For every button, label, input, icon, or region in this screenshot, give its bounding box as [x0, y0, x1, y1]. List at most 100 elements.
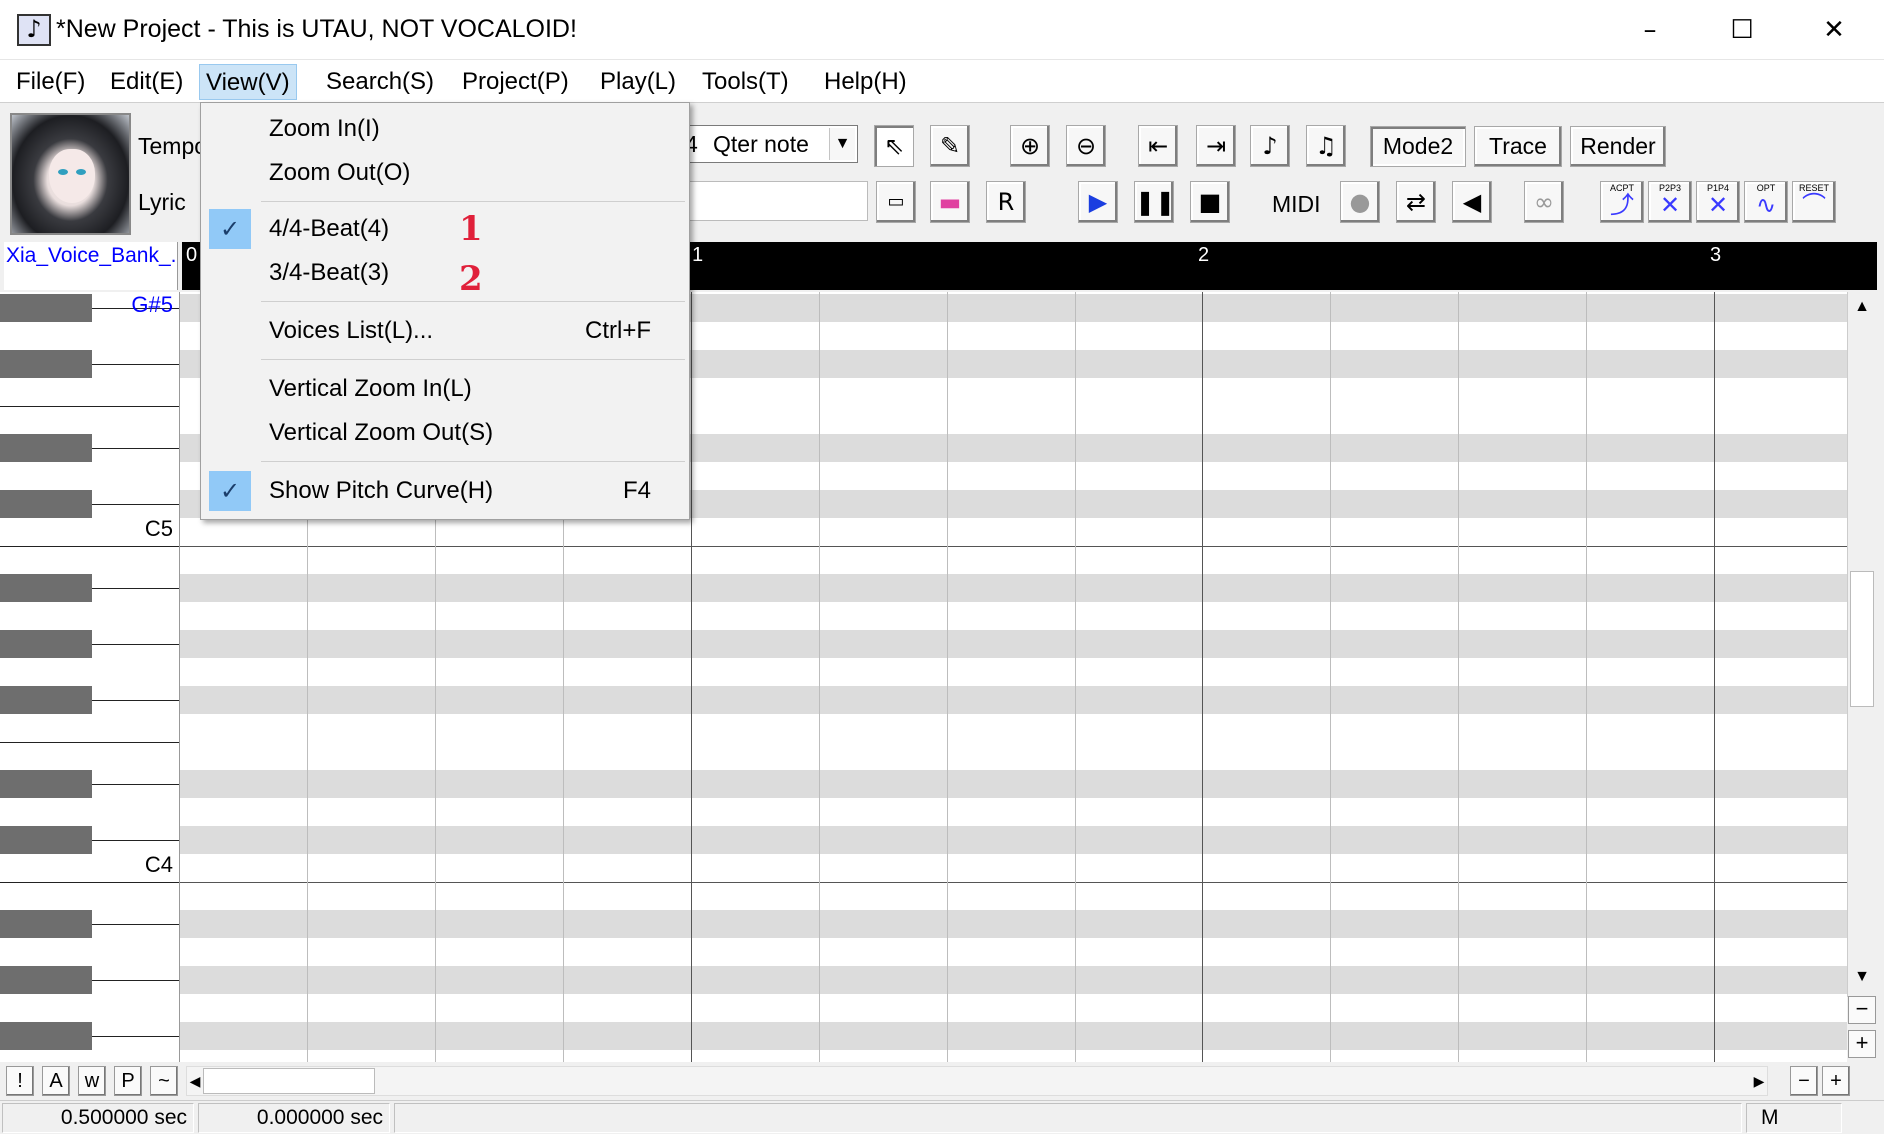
menu-item-label: Zoom Out(O): [269, 159, 411, 186]
pause-icon[interactable]: ❚❚: [1134, 181, 1175, 223]
play-icon[interactable]: ▶: [1078, 181, 1118, 223]
envelope-reset-button[interactable]: RESET ⌒: [1792, 181, 1836, 223]
vertical-zoom-in-button[interactable]: +: [1848, 1030, 1876, 1058]
voicebank-name[interactable]: Xia_Voice_Bank_...: [4, 242, 178, 290]
bottom-button-w[interactable]: w: [78, 1066, 106, 1096]
menu-project[interactable]: Project(P): [456, 64, 575, 100]
hscroll-thumb[interactable]: [203, 1068, 375, 1094]
horizontal-zoom-in-button[interactable]: +: [1822, 1066, 1850, 1096]
envelope-opt-button[interactable]: OPT ∿: [1744, 181, 1788, 223]
go-start-icon[interactable]: ⇤: [1138, 125, 1178, 167]
menu-item-zoom-in[interactable]: Zoom In(I): [203, 107, 687, 151]
menu-item-voices-list[interactable]: Voices List(L)... Ctrl+F: [203, 309, 687, 353]
stop-icon[interactable]: ■: [1190, 181, 1230, 223]
bottom-button-exclaim[interactable]: !: [6, 1066, 34, 1096]
black-key[interactable]: [0, 686, 92, 714]
minimize-button[interactable]: –: [1604, 0, 1696, 60]
scroll-right-icon[interactable]: ▶: [1751, 1067, 1767, 1095]
avatar-face: [49, 149, 95, 203]
horizontal-scrollbar[interactable]: ◀ ▶: [186, 1066, 1768, 1096]
scroll-up-icon[interactable]: ▲: [1848, 292, 1876, 322]
mode2-button[interactable]: Mode2: [1370, 126, 1466, 167]
menu-item-zoom-out[interactable]: Zoom Out(O): [203, 151, 687, 195]
envelope-p2p3-button[interactable]: P2P3 ✕: [1648, 181, 1692, 223]
view-menu-dropdown: Zoom In(I) Zoom Out(O) ✓ 4/4-Beat(4) 3/4…: [200, 102, 690, 520]
black-key[interactable]: [0, 826, 92, 854]
black-key[interactable]: [0, 966, 92, 994]
black-key[interactable]: [0, 630, 92, 658]
menu-edit[interactable]: Edit(E): [104, 64, 189, 100]
lyric-input[interactable]: [682, 181, 868, 221]
loop-icon[interactable]: ∞: [1524, 181, 1564, 223]
envelope-p1p4-button[interactable]: P1P4 ✕: [1696, 181, 1740, 223]
black-key[interactable]: [0, 574, 92, 602]
menu-item-3-4-beat[interactable]: 3/4-Beat(3): [203, 251, 687, 295]
note-length-select[interactable]: 4 Qter note ▼: [682, 125, 858, 163]
render-button[interactable]: Render: [1570, 126, 1666, 167]
key-divider: [92, 840, 179, 841]
chevron-down-icon[interactable]: ▼: [829, 128, 855, 160]
zoom-in-icon[interactable]: ⊕: [1010, 125, 1050, 167]
measure-line: [1202, 292, 1203, 1062]
key-label-c4: C4: [144, 852, 173, 877]
menu-item-4-4-beat[interactable]: ✓ 4/4-Beat(4): [203, 207, 687, 251]
menu-item-label: Zoom In(I): [269, 115, 380, 142]
bottom-button-tilde[interactable]: ~: [150, 1066, 178, 1096]
menu-separator: [261, 201, 685, 202]
go-end-icon[interactable]: ⇥: [1196, 125, 1236, 167]
speaker-icon[interactable]: ◀: [1452, 181, 1492, 223]
shrink-note-icon[interactable]: ♪: [1250, 125, 1290, 167]
key-divider: [0, 546, 179, 547]
midi-settings-icon[interactable]: ⇄: [1396, 181, 1436, 223]
black-key[interactable]: [0, 350, 92, 378]
black-key[interactable]: [0, 1022, 92, 1050]
menu-item-vertical-zoom-in[interactable]: Vertical Zoom In(L): [203, 367, 687, 411]
piano-keyboard[interactable]: G#5 C5 C4: [0, 292, 180, 1062]
extend-note-icon[interactable]: ♫: [1306, 125, 1346, 167]
add-note-icon[interactable]: ▬: [930, 181, 970, 223]
zoom-out-icon[interactable]: ⊖: [1066, 125, 1106, 167]
menu-file[interactable]: File(F): [10, 64, 91, 100]
vertical-zoom-out-button[interactable]: −: [1848, 996, 1876, 1024]
voicebank-avatar[interactable]: [10, 113, 131, 235]
menu-help[interactable]: Help(H): [818, 64, 913, 100]
bottom-button-p[interactable]: P: [114, 1066, 142, 1096]
scroll-down-icon[interactable]: ▼: [1848, 962, 1876, 992]
bottom-bar: ! A w P ~ ◀ ▶ − +: [0, 1062, 1884, 1100]
envelope-acpt-icon: ⤴: [1610, 192, 1634, 219]
insert-note-icon[interactable]: ▭: [876, 181, 916, 223]
black-key[interactable]: [0, 910, 92, 938]
add-rest-icon[interactable]: R: [986, 181, 1026, 223]
beat-line: [1458, 292, 1459, 1062]
tempo-label: Tempo: [138, 133, 208, 159]
menu-play[interactable]: Play(L): [594, 64, 682, 100]
maximize-button[interactable]: ☐: [1696, 0, 1788, 60]
black-key[interactable]: [0, 490, 92, 518]
menu-tools[interactable]: Tools(T): [696, 64, 795, 100]
menu-view[interactable]: View(V): [199, 64, 297, 100]
bottom-button-a[interactable]: A: [42, 1066, 70, 1096]
vertical-scrollbar[interactable]: ▲ ▼: [1847, 292, 1876, 997]
checkmark-icon: ✓: [209, 471, 251, 511]
record-icon[interactable]: ●: [1340, 181, 1380, 223]
key-divider: [92, 924, 179, 925]
black-key[interactable]: [0, 294, 92, 322]
scroll-thumb[interactable]: [1850, 571, 1874, 707]
close-button[interactable]: ✕: [1788, 0, 1880, 60]
cursor-arrow-icon[interactable]: ⇖: [874, 125, 914, 167]
menu-search[interactable]: Search(S): [320, 64, 440, 100]
black-key[interactable]: [0, 434, 92, 462]
key-divider: [0, 882, 179, 883]
trace-button[interactable]: Trace: [1474, 126, 1562, 167]
menu-item-vertical-zoom-out[interactable]: Vertical Zoom Out(S): [203, 411, 687, 455]
menu-separator: [261, 359, 685, 360]
menu-item-label: Show Pitch Curve(H): [269, 477, 494, 504]
pencil-icon[interactable]: ✎: [930, 125, 970, 167]
measure-number: 2: [1198, 244, 1210, 266]
black-key[interactable]: [0, 770, 92, 798]
horizontal-zoom-out-button[interactable]: −: [1790, 1066, 1818, 1096]
envelope-acpt-button[interactable]: ACPT ⤴: [1600, 181, 1644, 223]
menu-item-show-pitch-curve[interactable]: ✓ Show Pitch Curve(H) F4: [203, 469, 687, 513]
scroll-left-icon[interactable]: ◀: [187, 1067, 203, 1095]
checkmark-icon: ✓: [209, 209, 251, 249]
